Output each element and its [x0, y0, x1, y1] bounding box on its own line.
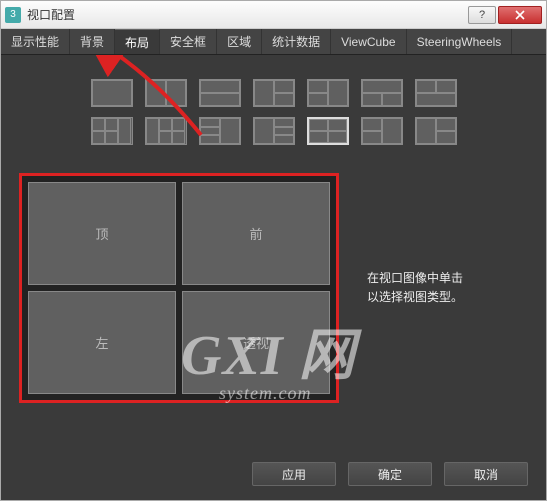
titlebar: 3 视口配置 ?	[1, 1, 546, 29]
layout-4l[interactable]	[145, 117, 187, 145]
layout-2h[interactable]	[199, 79, 241, 107]
cancel-button[interactable]: 取消	[444, 462, 528, 486]
viewport-config-window: 3 视口配置 ? 显示性能 背景 布局 安全框 区域 统计数据 ViewCube…	[0, 0, 547, 501]
apply-button[interactable]: 应用	[252, 462, 336, 486]
window-title: 视口配置	[27, 6, 468, 23]
viewport-top[interactable]: 顶	[28, 182, 176, 285]
thumb-row-2	[19, 117, 528, 145]
layout-4rc[interactable]	[199, 117, 241, 145]
layout-4lc[interactable]	[253, 117, 295, 145]
viewport-left[interactable]: 左	[28, 291, 176, 394]
tab-viewcube[interactable]: ViewCube	[331, 29, 406, 54]
app-icon: 3	[5, 7, 21, 23]
layout-1[interactable]	[91, 79, 133, 107]
layout-preview: 顶 前 左 透视	[19, 173, 339, 403]
layout-3l[interactable]	[253, 79, 295, 107]
titlebar-buttons: ?	[468, 6, 542, 24]
layout-3l2[interactable]	[415, 117, 457, 145]
layout-thumbnails	[19, 79, 528, 145]
tab-bar: 显示性能 背景 布局 安全框 区域 统计数据 ViewCube Steering…	[1, 29, 546, 55]
tab-background[interactable]: 背景	[70, 29, 115, 54]
tab-safeframe[interactable]: 安全框	[160, 29, 217, 54]
close-icon	[515, 10, 525, 20]
layout-3r[interactable]	[307, 79, 349, 107]
help-button[interactable]: ?	[468, 6, 496, 24]
tab-region[interactable]: 区域	[217, 29, 262, 54]
ok-button[interactable]: 确定	[348, 462, 432, 486]
layout-4r[interactable]	[91, 117, 133, 145]
layout-3b[interactable]	[415, 79, 457, 107]
tab-layout[interactable]: 布局	[115, 29, 160, 54]
tab-display-perf[interactable]: 显示性能	[1, 29, 70, 54]
preview-wrap: 顶 前 左 透视 在视口图像中单击 以选择视图类型。	[19, 173, 528, 403]
viewport-front[interactable]: 前	[182, 182, 330, 285]
hint-text: 在视口图像中单击 以选择视图类型。	[355, 269, 485, 307]
content-area: 顶 前 左 透视 在视口图像中单击 以选择视图类型。 应用 确定 取消 GXI …	[1, 55, 546, 500]
hint-line1: 在视口图像中单击	[367, 269, 485, 288]
thumb-row-1	[19, 79, 528, 107]
layout-2v[interactable]	[145, 79, 187, 107]
hint-line2: 以选择视图类型。	[367, 288, 485, 307]
tab-stats[interactable]: 统计数据	[262, 29, 331, 54]
layout-3t[interactable]	[361, 79, 403, 107]
tab-steeringwheels[interactable]: SteeringWheels	[407, 29, 513, 54]
dialog-buttons: 应用 确定 取消	[252, 462, 528, 486]
layout-4eq[interactable]	[307, 117, 349, 145]
close-button[interactable]	[498, 6, 542, 24]
layout-3r2[interactable]	[361, 117, 403, 145]
viewport-perspective[interactable]: 透视	[182, 291, 330, 394]
